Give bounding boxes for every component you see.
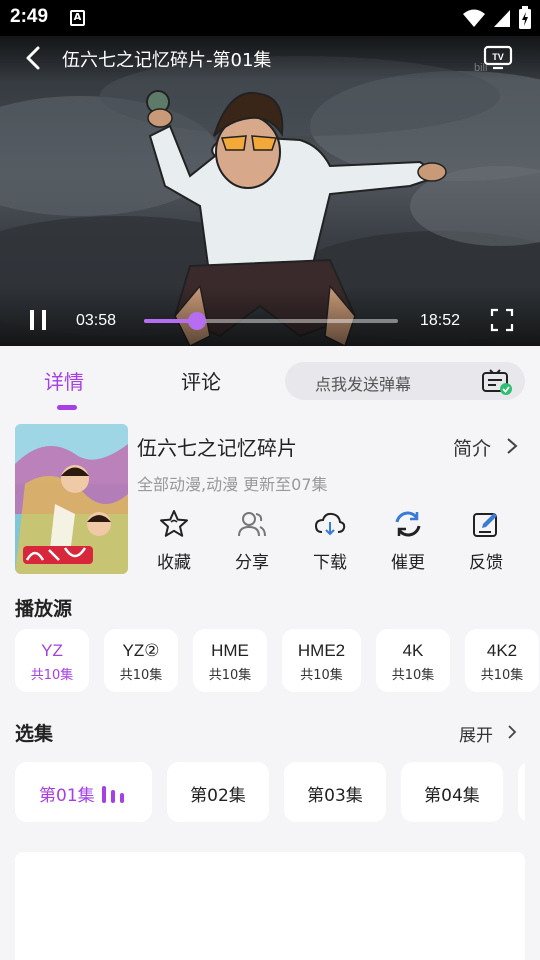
source-item[interactable]: 4K2 共10集	[465, 629, 539, 692]
share-label: 分享	[235, 553, 269, 573]
episode-list[interactable]: 第01集 第02集 第03集 第04集	[15, 762, 525, 822]
total-time: 18:52	[420, 312, 461, 329]
source-name: HME2	[297, 641, 346, 660]
source-name: HME	[211, 641, 249, 660]
source-name: YZ②	[122, 641, 160, 660]
source-count: 共10集	[119, 668, 163, 683]
action-bar: 收藏 分享 下载 催更 反馈	[135, 506, 525, 576]
source-item[interactable]: HME2 共10集	[282, 629, 361, 692]
anime-meta: 全部动漫,动漫 更新至07集	[137, 475, 328, 494]
episode-item[interactable]	[518, 762, 525, 822]
episode-label: 第04集	[424, 786, 480, 806]
video-title: 伍六七之记忆碎片-第01集	[62, 50, 272, 71]
svg-text:TV: TV	[492, 52, 504, 62]
cloud-download-icon	[314, 512, 346, 536]
feedback-button[interactable]: 反馈	[447, 506, 525, 576]
intro-link[interactable]: 简介	[453, 434, 491, 461]
current-time: 03:58	[76, 312, 117, 329]
episode-item[interactable]: 第03集	[284, 762, 386, 822]
episode-item[interactable]: 第04集	[401, 762, 503, 822]
seek-bar[interactable]	[144, 312, 398, 330]
episodes-title: 选集	[15, 723, 54, 745]
wifi-icon	[463, 9, 485, 27]
source-count: 共10集	[300, 668, 343, 683]
status-time: 2:49	[10, 6, 49, 27]
pause-icon[interactable]	[26, 308, 50, 332]
anime-poster[interactable]	[15, 424, 128, 574]
playing-bars-icon	[102, 786, 124, 803]
episode-label: 第02集	[190, 786, 246, 806]
download-button[interactable]: 下载	[291, 506, 369, 576]
favorite-label: 收藏	[157, 553, 191, 573]
chevron-right-icon[interactable]	[505, 436, 519, 456]
bilibili-watermark: bili	[474, 62, 488, 74]
download-label: 下载	[313, 553, 347, 573]
video-player[interactable]: 伍六七之记忆碎片-第01集 TV bili 03:58 18:52	[0, 36, 540, 346]
source-item[interactable]: 4K 共10集	[376, 629, 450, 692]
danmaku-toggle-icon[interactable]	[481, 368, 513, 396]
tab-comments[interactable]: 评论	[181, 366, 221, 395]
tab-indicator	[57, 405, 77, 410]
star-icon	[160, 510, 188, 537]
source-name: 4K2	[486, 641, 518, 660]
cellular-signal-icon	[494, 10, 510, 27]
feedback-label: 反馈	[469, 553, 503, 573]
source-name: 4K	[402, 641, 424, 660]
source-item[interactable]: YZ 共10集	[15, 629, 89, 692]
episode-label: 第01集	[39, 786, 95, 806]
share-users-icon	[238, 512, 266, 537]
source-name: YZ	[41, 641, 63, 660]
episode-label: 第03集	[307, 786, 363, 806]
episode-item[interactable]: 第02集	[167, 762, 269, 822]
source-item[interactable]: YZ② 共10集	[104, 629, 178, 692]
anime-title: 伍六七之记忆碎片	[137, 436, 297, 460]
tab-details[interactable]: 详情	[44, 366, 84, 395]
episode-item[interactable]: 第01集	[15, 762, 152, 822]
source-list[interactable]: YZ 共10集 YZ② 共10集 HME 共10集 HME2 共10集 4K 共…	[15, 629, 540, 693]
source-count: 共10集	[391, 668, 435, 683]
favorite-button[interactable]: 收藏	[135, 506, 213, 576]
source-count: 共10集	[30, 668, 74, 683]
danmaku-input[interactable]: 点我发送弹幕	[285, 362, 525, 400]
expand-episodes-link[interactable]: 展开	[459, 721, 493, 746]
fullscreen-icon[interactable]	[490, 308, 514, 332]
source-count: 共10集	[208, 668, 252, 683]
source-item[interactable]: HME 共10集	[193, 629, 267, 692]
danmaku-placeholder: 点我发送弹幕	[315, 375, 412, 394]
source-count: 共10集	[480, 668, 524, 683]
sources-title: 播放源	[15, 598, 73, 620]
urge-update-label: 催更	[391, 553, 425, 573]
urge-update-button[interactable]: 催更	[369, 506, 447, 576]
battery-charging-icon	[519, 6, 531, 29]
back-arrow-icon[interactable]	[20, 44, 48, 72]
detail-tabs-bar: 详情 评论 点我发送弹幕	[0, 346, 540, 412]
chevron-right-icon[interactable]	[506, 724, 518, 740]
status-bar: 2:49 A	[0, 0, 540, 36]
notification-a-icon: A	[70, 10, 85, 26]
share-button[interactable]: 分享	[213, 506, 291, 576]
refresh-icon	[395, 511, 421, 537]
content-panel	[15, 852, 525, 960]
feedback-edit-icon	[473, 513, 497, 537]
